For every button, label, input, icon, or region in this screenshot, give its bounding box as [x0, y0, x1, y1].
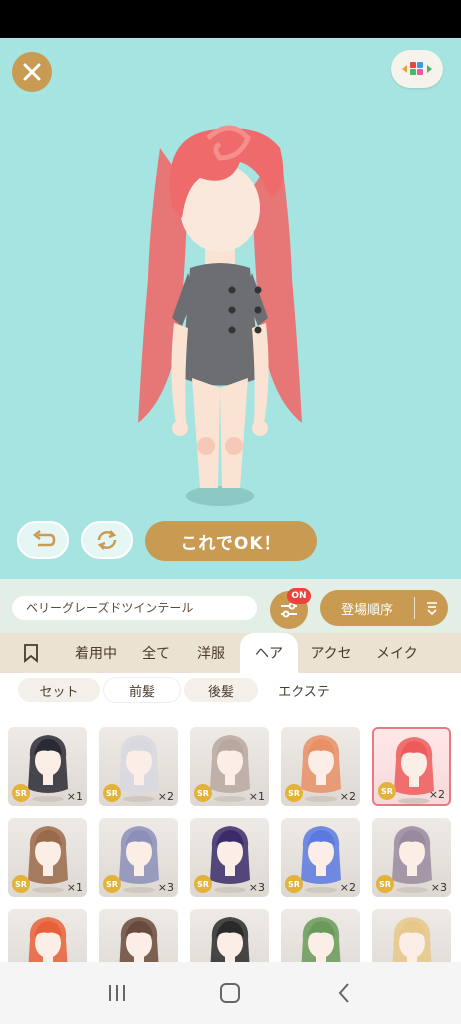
hair-item-card[interactable]: SR ×2 [372, 727, 451, 806]
hair-preview-image [301, 917, 341, 962]
hair-item-card[interactable]: SR ×3 [190, 818, 269, 897]
bookmark-icon [24, 644, 38, 663]
rarity-badge: SR [285, 784, 303, 802]
rarity-badge: SR [103, 875, 121, 893]
subtab-bangs[interactable]: 前髪 [104, 678, 180, 702]
hair-item-card[interactable]: SR ×1 [8, 818, 87, 897]
hair-item-card[interactable] [281, 909, 360, 962]
confirm-ok-button[interactable]: これでOK！ [145, 521, 317, 561]
undo-icon [32, 530, 56, 547]
undo-button[interactable] [17, 521, 69, 559]
hair-item-card[interactable]: SR ×3 [99, 818, 178, 897]
sort-label: 登場順序 [340, 602, 393, 618]
system-nav-bar [0, 962, 461, 1024]
item-toolbar: ベリーグレーズドツインテール ON 登場順序 [0, 579, 461, 633]
back-button[interactable] [324, 973, 364, 1013]
item-quantity: ×3 [248, 881, 265, 894]
tab-accessory[interactable]: アクセ [298, 633, 364, 673]
character-avatar[interactable] [120, 78, 320, 518]
hair-subtabs: セット 前髪 後髪 エクステ [0, 673, 461, 709]
item-quantity: ×1 [66, 790, 83, 803]
home-icon [220, 983, 241, 1003]
filter-on-badge: ON [287, 588, 311, 604]
subtab-back-hair[interactable]: 後髪 [184, 678, 258, 702]
recent-apps-icon [108, 985, 125, 1001]
item-quantity: ×1 [248, 790, 265, 803]
hair-item-card[interactable] [99, 909, 178, 962]
rarity-badge: SR [376, 875, 394, 893]
hair-item-card[interactable]: SR ×2 [99, 727, 178, 806]
item-quantity: ×2 [339, 881, 356, 894]
tab-makeup[interactable]: メイク [364, 633, 461, 673]
item-quantity: ×2 [157, 790, 174, 803]
item-quantity: ×2 [428, 788, 445, 801]
item-quantity: ×1 [66, 881, 83, 894]
status-bar [0, 0, 461, 38]
item-quantity: ×2 [339, 790, 356, 803]
item-quantity: ×3 [430, 881, 447, 894]
close-button[interactable] [12, 52, 52, 92]
hair-item-card[interactable]: SR ×1 [8, 727, 87, 806]
rarity-badge: SR [103, 784, 121, 802]
rarity-badge: SR [194, 875, 212, 893]
rarity-badge: SR [285, 875, 303, 893]
subtab-set[interactable]: セット [18, 678, 100, 702]
rarity-badge: SR [12, 784, 30, 802]
hair-item-card[interactable] [372, 909, 451, 962]
item-quantity: ×3 [157, 881, 174, 894]
tab-all[interactable]: 全て [130, 633, 182, 673]
reset-button[interactable] [81, 521, 133, 559]
hair-item-card[interactable] [8, 909, 87, 962]
hair-preview-image [210, 917, 250, 962]
hair-item-card[interactable] [190, 909, 269, 962]
close-icon [23, 63, 41, 81]
sort-button[interactable]: 登場順序 [320, 590, 448, 626]
item-grid: SR ×1 SR ×2 SR ×1 SR ×2 SR ×2 SR ×1 SR ×3 SR ×3 SR ×2 SR ×3 [0, 709, 461, 962]
tab-wearing[interactable]: 着用中 [62, 633, 130, 673]
hair-preview-image [28, 917, 68, 962]
palette-button[interactable] [391, 50, 443, 88]
refresh-icon [97, 530, 117, 550]
hair-item-card[interactable]: SR ×1 [190, 727, 269, 806]
hair-preview-image [119, 917, 159, 962]
rarity-badge: SR [12, 875, 30, 893]
hair-item-card[interactable]: SR ×3 [372, 818, 451, 897]
category-tabs: 着用中 全て 洋服 ヘア アクセ メイク [0, 633, 461, 673]
rarity-badge: SR [378, 782, 396, 800]
subtab-extension[interactable]: エクステ [262, 678, 346, 702]
recent-apps-button[interactable] [97, 973, 137, 1013]
rarity-badge: SR [194, 784, 212, 802]
tab-hair[interactable]: ヘア [240, 633, 298, 673]
hair-item-card[interactable]: SR ×2 [281, 727, 360, 806]
tab-clothes[interactable]: 洋服 [182, 633, 240, 673]
home-button[interactable] [210, 973, 250, 1013]
sort-icon[interactable] [415, 600, 448, 616]
hair-item-card[interactable]: SR ×2 [281, 818, 360, 897]
tab-bookmark[interactable] [0, 633, 62, 673]
character-stage: これでOK！ [0, 38, 461, 579]
selected-item-name: ベリーグレーズドツインテール [12, 596, 257, 620]
hair-preview-image [392, 917, 432, 962]
back-icon [338, 983, 349, 1003]
palette-icon [402, 62, 432, 75]
